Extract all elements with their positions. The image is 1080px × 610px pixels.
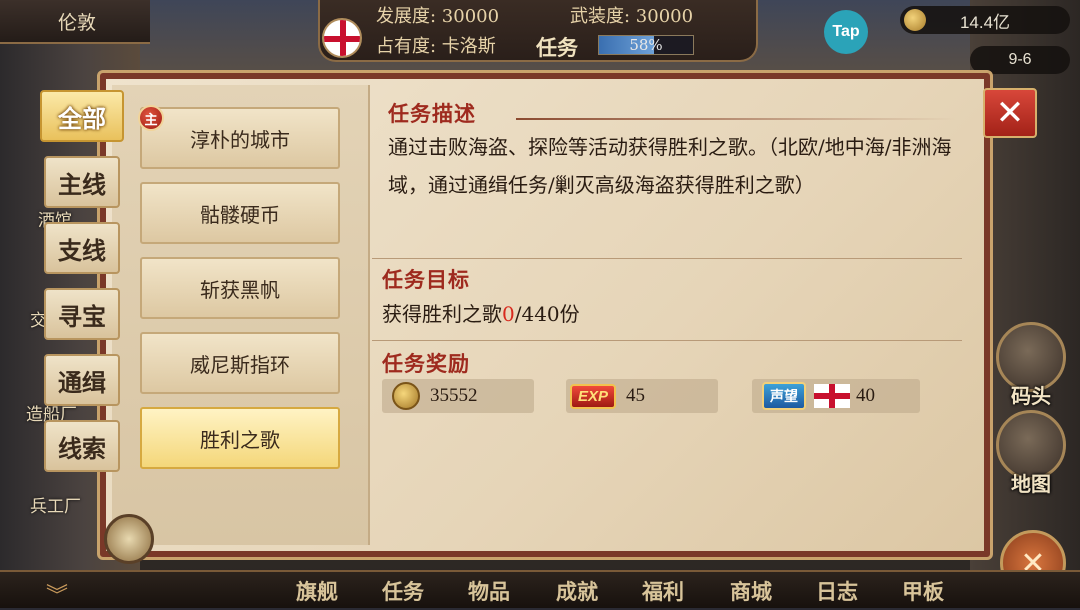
quest-item-selected[interactable]: 胜利之歌 bbox=[140, 407, 340, 469]
goal-total: /440份 bbox=[514, 302, 580, 326]
tab-main[interactable]: 主线 bbox=[44, 156, 120, 208]
task-progress-bar: 58% bbox=[598, 35, 694, 55]
armament-stat: 武装度: 30000 bbox=[570, 6, 694, 27]
task-progress-label: 任务 bbox=[536, 35, 578, 60]
quest-item[interactable]: 主 淳朴的城市 bbox=[138, 105, 340, 169]
reward-fame-amount: 40 bbox=[856, 385, 875, 406]
nav-achievements[interactable]: 成就 bbox=[556, 576, 598, 606]
reward-exp: EXP 45 bbox=[566, 379, 718, 413]
tap-icon[interactable]: Tap bbox=[824, 10, 868, 54]
gold-coin-icon bbox=[904, 9, 926, 31]
tab-wanted[interactable]: 通缉 bbox=[44, 354, 120, 406]
map-label[interactable]: 地图 bbox=[996, 468, 1066, 497]
dock-label[interactable]: 码头 bbox=[996, 380, 1066, 409]
tab-treasure[interactable]: 寻宝 bbox=[44, 288, 120, 340]
goal-heading: 任务目标 bbox=[382, 267, 470, 292]
arsenal-label[interactable]: 兵工厂 bbox=[30, 492, 81, 517]
occupation-stat: 占有度: 卡洛斯 bbox=[376, 36, 496, 57]
tab-side[interactable]: 支线 bbox=[44, 222, 120, 274]
reward-gold: 35552 bbox=[382, 379, 534, 413]
section-divider bbox=[372, 258, 962, 259]
quest-goal: 获得胜利之歌0/440份 bbox=[382, 298, 580, 327]
goal-current: 0 bbox=[502, 302, 515, 326]
main-quest-badge: 主 bbox=[138, 105, 164, 131]
nav-welfare[interactable]: 福利 bbox=[642, 576, 684, 606]
tab-all[interactable]: 全部 bbox=[40, 90, 124, 142]
city-name: 伦敦 bbox=[0, 0, 150, 44]
description-heading: 任务描述 bbox=[388, 101, 476, 126]
nav-items[interactable]: 物品 bbox=[468, 576, 510, 606]
tab-clues[interactable]: 线索 bbox=[44, 420, 120, 472]
quest-title: 胜利之歌 bbox=[200, 427, 280, 452]
nav-deck[interactable]: 甲板 bbox=[902, 576, 944, 606]
development-stat: 发展度: 30000 bbox=[376, 6, 500, 27]
gold-coin-icon bbox=[392, 382, 420, 410]
gold-currency: 14.4亿 bbox=[900, 6, 1070, 34]
quest-title: 淳朴的城市 bbox=[190, 127, 290, 152]
goal-text: 获得胜利之歌 bbox=[382, 302, 502, 326]
chevron-down-icon[interactable]: ︾ bbox=[46, 578, 68, 610]
nav-shop[interactable]: 商城 bbox=[730, 576, 772, 606]
england-flag-icon bbox=[814, 384, 850, 408]
progress-text: 58% bbox=[629, 36, 663, 54]
compass-icon[interactable] bbox=[104, 514, 154, 564]
reward-fame: 声望 40 bbox=[752, 379, 920, 413]
nav-log[interactable]: 日志 bbox=[816, 576, 858, 606]
reward-heading: 任务奖励 bbox=[382, 351, 470, 376]
quest-title: 威尼斯指环 bbox=[190, 352, 290, 377]
quest-item[interactable]: 威尼斯指环 bbox=[140, 332, 340, 394]
fame-icon: 声望 bbox=[762, 382, 806, 410]
nav-tasks[interactable]: 任务 bbox=[382, 576, 424, 606]
quest-title: 骷髅硬币 bbox=[200, 202, 280, 227]
nav-flagship[interactable]: 旗舰 bbox=[296, 576, 338, 606]
gold-amount: 14.4亿 bbox=[959, 12, 1011, 32]
reward-gold-amount: 35552 bbox=[430, 385, 478, 406]
exp-icon: EXP bbox=[570, 383, 617, 409]
quest-title: 斩获黑帆 bbox=[200, 277, 280, 302]
section-divider bbox=[372, 340, 962, 341]
close-button[interactable]: ✕ bbox=[983, 88, 1037, 138]
quest-item[interactable]: 骷髅硬币 bbox=[140, 182, 340, 244]
england-flag-icon bbox=[322, 18, 362, 58]
quest-description: 通过击败海盗、探险等活动获得胜利之歌。（北欧/地中海/非洲海域，通过通缉任务/剿… bbox=[388, 135, 952, 197]
reward-exp-amount: 45 bbox=[626, 385, 646, 406]
heading-underline bbox=[516, 118, 956, 120]
quest-item[interactable]: 斩获黑帆 bbox=[140, 257, 340, 319]
